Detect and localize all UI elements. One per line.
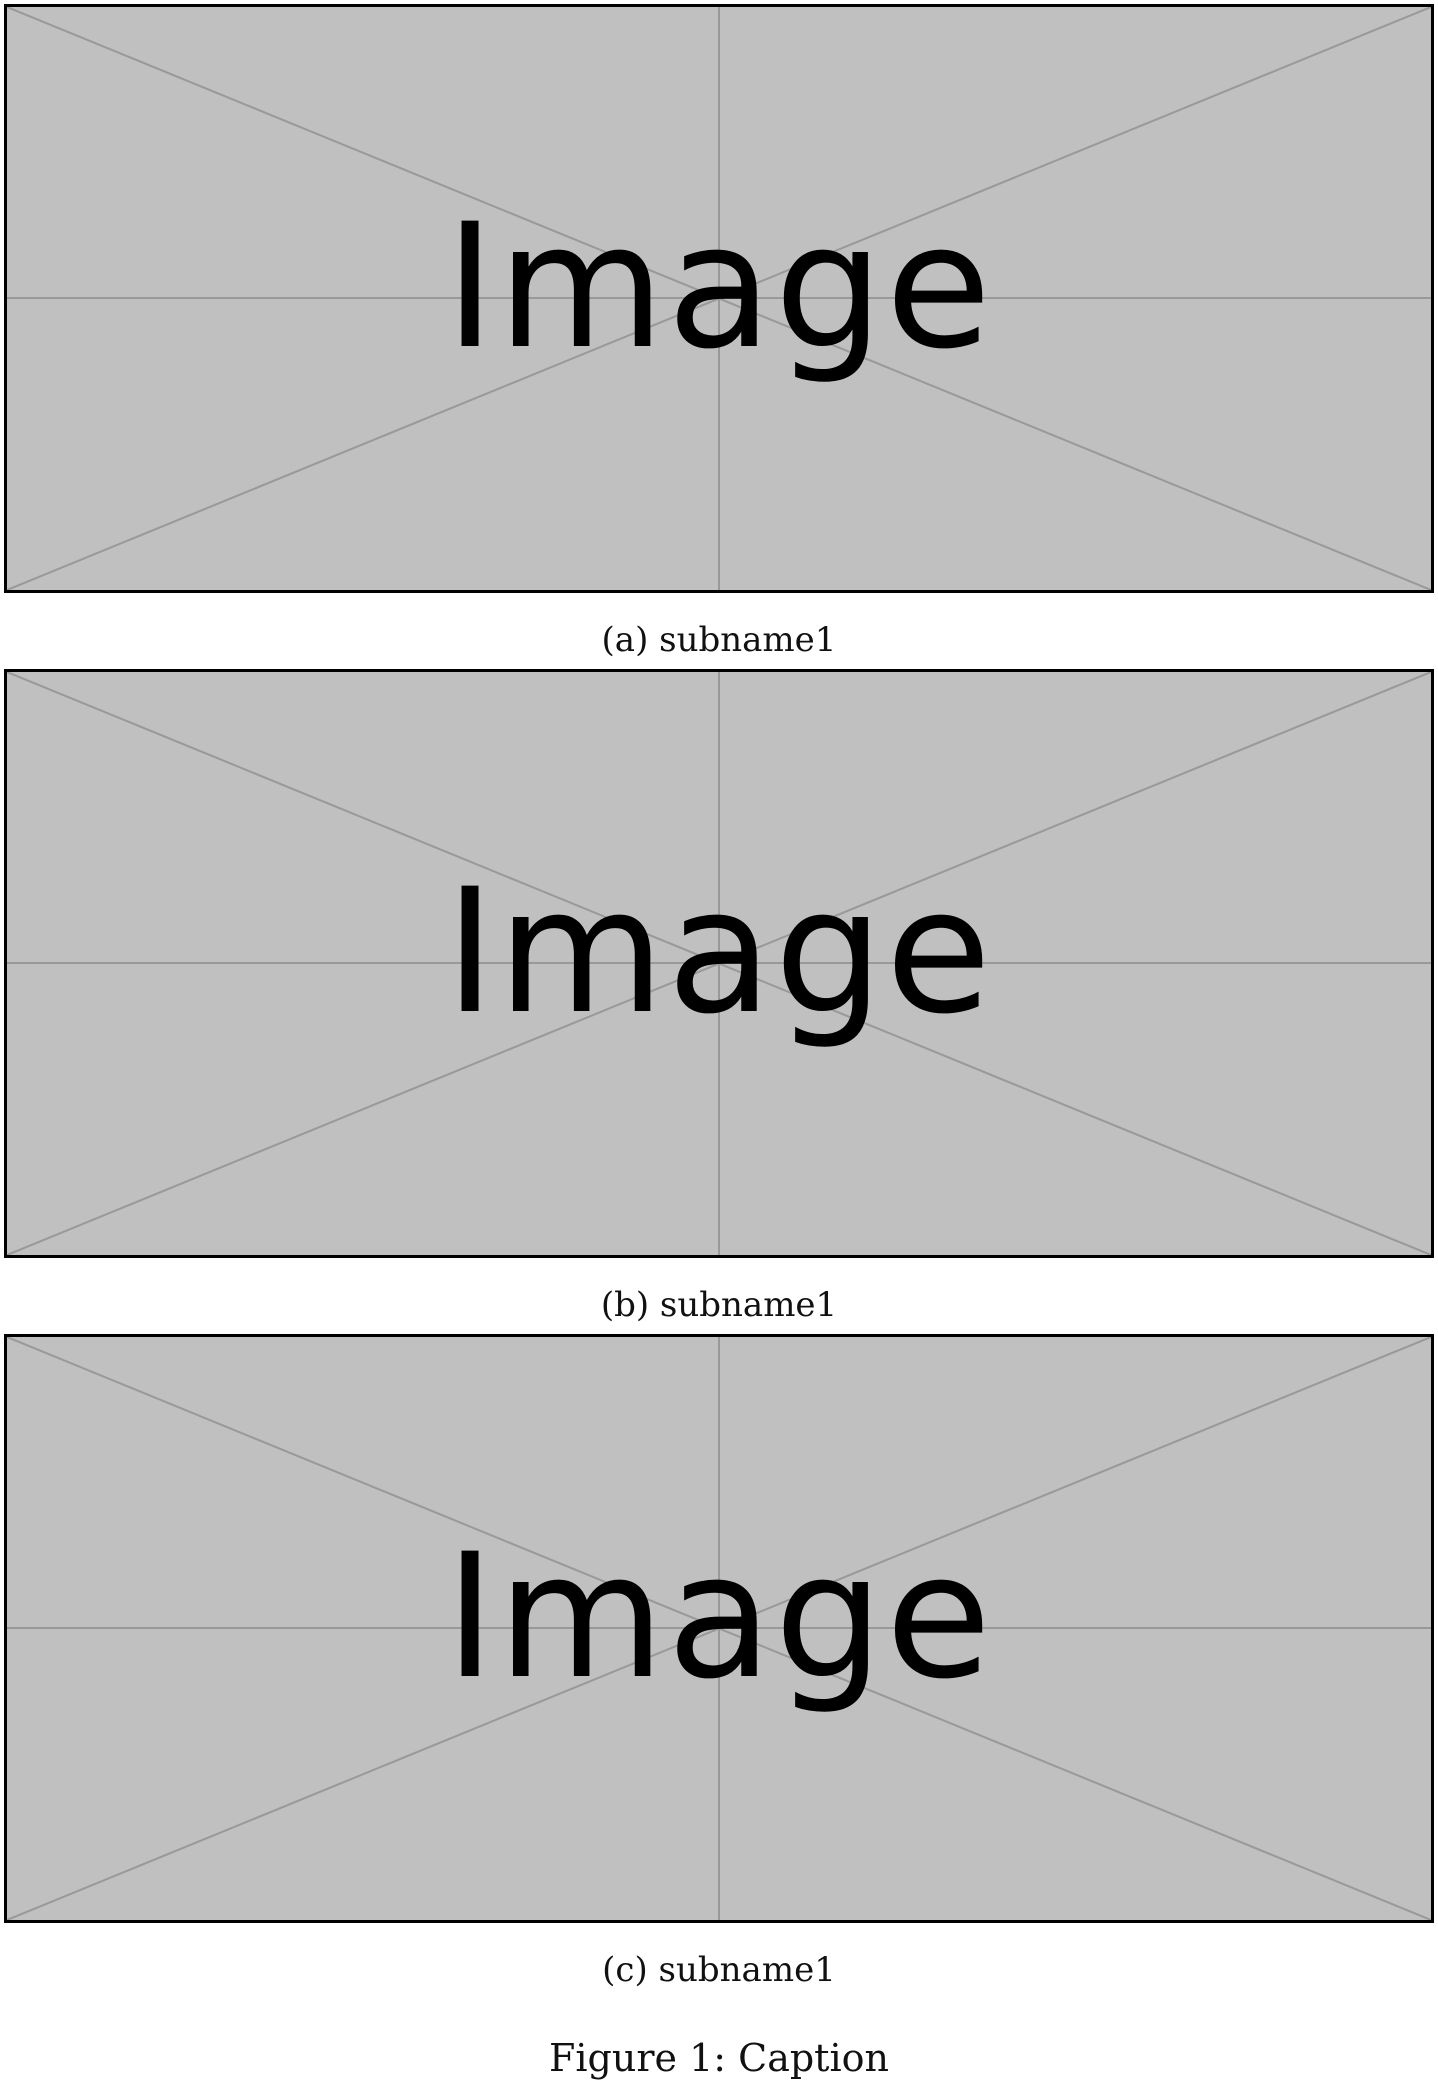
subcaption-a: (a) subname1 (601, 620, 837, 660)
subcaption-b: (b) subname1 (600, 1285, 838, 1325)
placeholder-label: Image (444, 186, 994, 387)
figure-caption: Figure 1: Caption (549, 2036, 889, 2080)
figure: Image (a) subname1 Image (b) subname1 Im… (0, 0, 1438, 2083)
image-placeholder-b: Image (4, 669, 1434, 1258)
placeholder-label: Image (444, 851, 994, 1052)
image-placeholder-a: Image (4, 4, 1434, 593)
placeholder-label: Image (444, 1516, 994, 1717)
image-placeholder-c: Image (4, 1334, 1434, 1923)
subcaption-c: (c) subname1 (602, 1950, 836, 1990)
